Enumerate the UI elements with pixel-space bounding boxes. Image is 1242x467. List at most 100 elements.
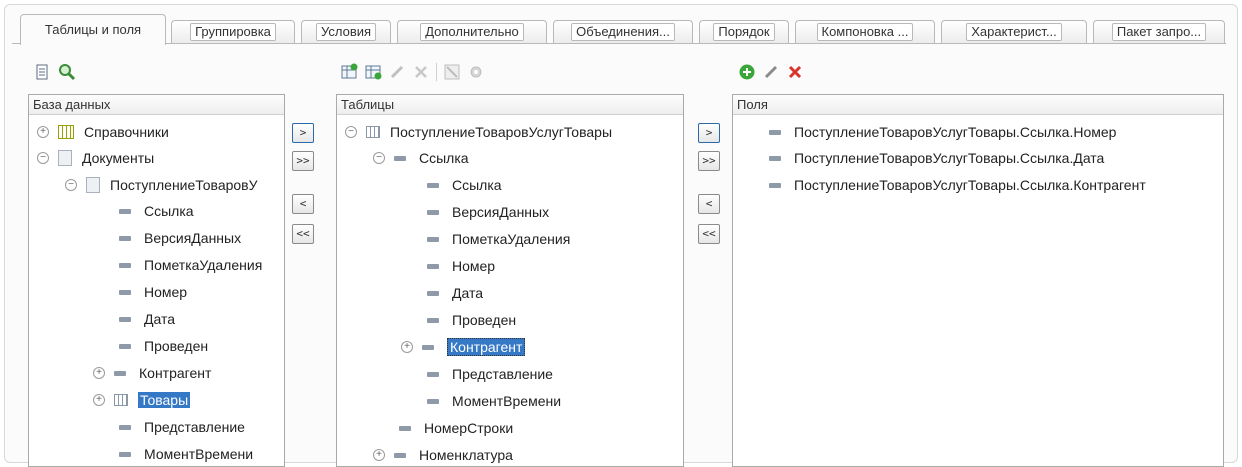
edit-icon[interactable] <box>388 63 406 81</box>
collapse-icon[interactable]: − <box>37 152 49 164</box>
field-icon <box>427 263 439 269</box>
database-tree[interactable]: + Справочники − Документы − ПоступлениеТова… <box>29 115 284 467</box>
tree-node-label: ПоступлениеТоваровУ <box>110 177 258 193</box>
expand-icon[interactable]: + <box>401 341 413 353</box>
list-item[interactable]: ПоступлениеТоваровУслугТовары.Ссылка.Кон… <box>769 172 1146 198</box>
tree-node-field[interactable]: ПометкаУдаления <box>119 252 262 278</box>
remove-all-tables-button[interactable]: << <box>292 224 314 244</box>
tree-node-field[interactable]: Номер <box>427 253 495 279</box>
tree-node-field[interactable]: Ссылка <box>427 172 502 198</box>
collapse-icon[interactable]: − <box>345 126 357 138</box>
tree-node-documents[interactable]: − Документы <box>37 145 154 171</box>
tree-node-field[interactable]: − Ссылка <box>373 145 469 171</box>
delete-icon[interactable] <box>412 63 430 81</box>
remove-table-button[interactable]: < <box>292 194 314 214</box>
list-icon[interactable] <box>34 63 52 81</box>
tree-node-table[interactable]: − ПоступлениеТоваровУслугТовары <box>345 119 612 145</box>
database-header: База данных <box>29 95 284 115</box>
tab-label: Условия <box>315 23 377 41</box>
tree-node-field[interactable]: МоментВремени <box>427 388 561 414</box>
replace-table-icon[interactable] <box>443 63 461 81</box>
edit-icon[interactable] <box>762 63 780 81</box>
tree-node-field[interactable]: + Номенклатура <box>373 442 513 467</box>
tree-node-field[interactable]: Номер <box>119 279 187 305</box>
tab-label: Характерист... <box>966 23 1062 41</box>
add-all-fields-button[interactable]: >> <box>698 151 720 171</box>
tree-node-field[interactable]: МоментВремени <box>119 441 253 467</box>
tree-node-label: Дата <box>452 285 484 301</box>
catalog-icon <box>58 125 74 139</box>
tree-node-label: Номер <box>144 284 188 300</box>
tab-characteristics[interactable]: Характерист... <box>941 20 1087 44</box>
tab-label: Порядок <box>713 23 775 41</box>
tree-node-catalogs[interactable]: + Справочники <box>37 119 169 145</box>
find-icon[interactable] <box>58 63 76 81</box>
tab-tables-and-fields[interactable]: Таблицы и поля <box>20 14 166 45</box>
tree-node-field[interactable]: Проведен <box>119 333 208 359</box>
tree-node-tabular-section[interactable]: + Товары <box>93 387 191 413</box>
tree-node-field[interactable]: Дата <box>119 306 175 332</box>
add-all-tables-button[interactable]: >> <box>292 151 314 171</box>
settings-icon[interactable] <box>467 63 485 81</box>
tree-node-label: ПометкаУдаления <box>144 257 263 273</box>
tree-node-field[interactable]: ВерсияДанных <box>427 199 549 225</box>
fields-panel: Поля ПоступлениеТоваровУслугТовары.Ссылк… <box>732 94 1224 467</box>
tab-label: Компоновка ... <box>816 23 914 41</box>
tab-label: Объединения... <box>571 23 675 41</box>
tree-node-goods-receipt[interactable]: − ПоступлениеТоваровУ <box>65 172 258 198</box>
tab-label: Пакет запро... <box>1111 23 1207 41</box>
remove-field-button[interactable]: < <box>698 194 720 214</box>
tree-node-field[interactable]: Представление <box>427 361 553 387</box>
tab-label: Дополнительно <box>420 23 524 41</box>
tree-node-label: МоментВремени <box>452 393 562 409</box>
tree-node-field[interactable]: ПометкаУдаления <box>427 226 570 252</box>
tree-node-label: Контрагент <box>139 365 212 381</box>
field-icon <box>769 129 781 135</box>
expand-icon[interactable]: + <box>37 126 49 138</box>
add-field-button[interactable]: > <box>698 123 720 143</box>
tree-node-field[interactable]: Дата <box>427 280 483 306</box>
tree-node-field[interactable]: Ссылка <box>119 198 194 224</box>
tab-unions[interactable]: Объединения... <box>553 20 693 44</box>
field-icon <box>119 235 131 241</box>
add-table-button[interactable]: > <box>292 123 314 143</box>
tables-tree[interactable]: − ПоступлениеТоваровУслугТовары − Ссылка С… <box>337 115 683 467</box>
tab-bar: Таблицы и поля Группировка Условия Допол… <box>12 14 1226 45</box>
tab-layout[interactable]: Компоновка ... <box>795 20 935 44</box>
remove-all-fields-button[interactable]: << <box>698 224 720 244</box>
tree-node-field[interactable]: Представление <box>119 414 245 440</box>
tab-order[interactable]: Порядок <box>699 20 789 44</box>
expand-icon[interactable]: + <box>93 367 105 379</box>
fields-list[interactable]: ПоступлениеТоваровУслугТовары.Ссылка.Ном… <box>733 115 1223 467</box>
field-icon <box>119 343 131 349</box>
collapse-icon[interactable]: − <box>373 152 385 164</box>
field-icon <box>427 182 439 188</box>
tree-node-field[interactable]: Проведен <box>427 307 516 333</box>
expand-icon[interactable]: + <box>93 394 105 406</box>
field-icon <box>427 290 439 296</box>
list-item[interactable]: ПоступлениеТоваровУслугТовары.Ссылка.Дат… <box>769 145 1104 171</box>
tab-conditions[interactable]: Условия <box>301 20 391 44</box>
add-circle-icon[interactable] <box>738 63 756 81</box>
tree-node-label: Документы <box>82 150 155 166</box>
document-icon <box>86 177 100 193</box>
tree-node-label: ПоступлениеТоваровУслугТовары <box>390 124 613 140</box>
tab-advanced[interactable]: Дополнительно <box>397 20 547 44</box>
tree-node-field[interactable]: + Контрагент <box>401 334 526 360</box>
expand-icon[interactable]: + <box>373 449 385 461</box>
document-icon <box>58 150 72 166</box>
add-nested-table-icon[interactable] <box>364 63 382 81</box>
tree-node-label: ПометкаУдаления <box>452 231 571 247</box>
tree-node-label: Ссылка <box>452 177 502 193</box>
delete-icon[interactable] <box>786 63 804 81</box>
tab-grouping[interactable]: Группировка <box>171 20 295 44</box>
tree-node-field[interactable]: ВерсияДанных <box>119 225 241 251</box>
tree-node-field[interactable]: + Контрагент <box>93 360 211 386</box>
tab-query-batch[interactable]: Пакет запро... <box>1093 20 1225 44</box>
add-table-icon[interactable] <box>340 63 358 81</box>
tree-node-label: Представление <box>452 366 553 382</box>
collapse-icon[interactable]: − <box>65 179 77 191</box>
tree-node-field[interactable]: НомерСтроки <box>399 415 513 441</box>
list-item[interactable]: ПоступлениеТоваровУслугТовары.Ссылка.Ном… <box>769 119 1116 145</box>
field-icon <box>427 398 439 404</box>
